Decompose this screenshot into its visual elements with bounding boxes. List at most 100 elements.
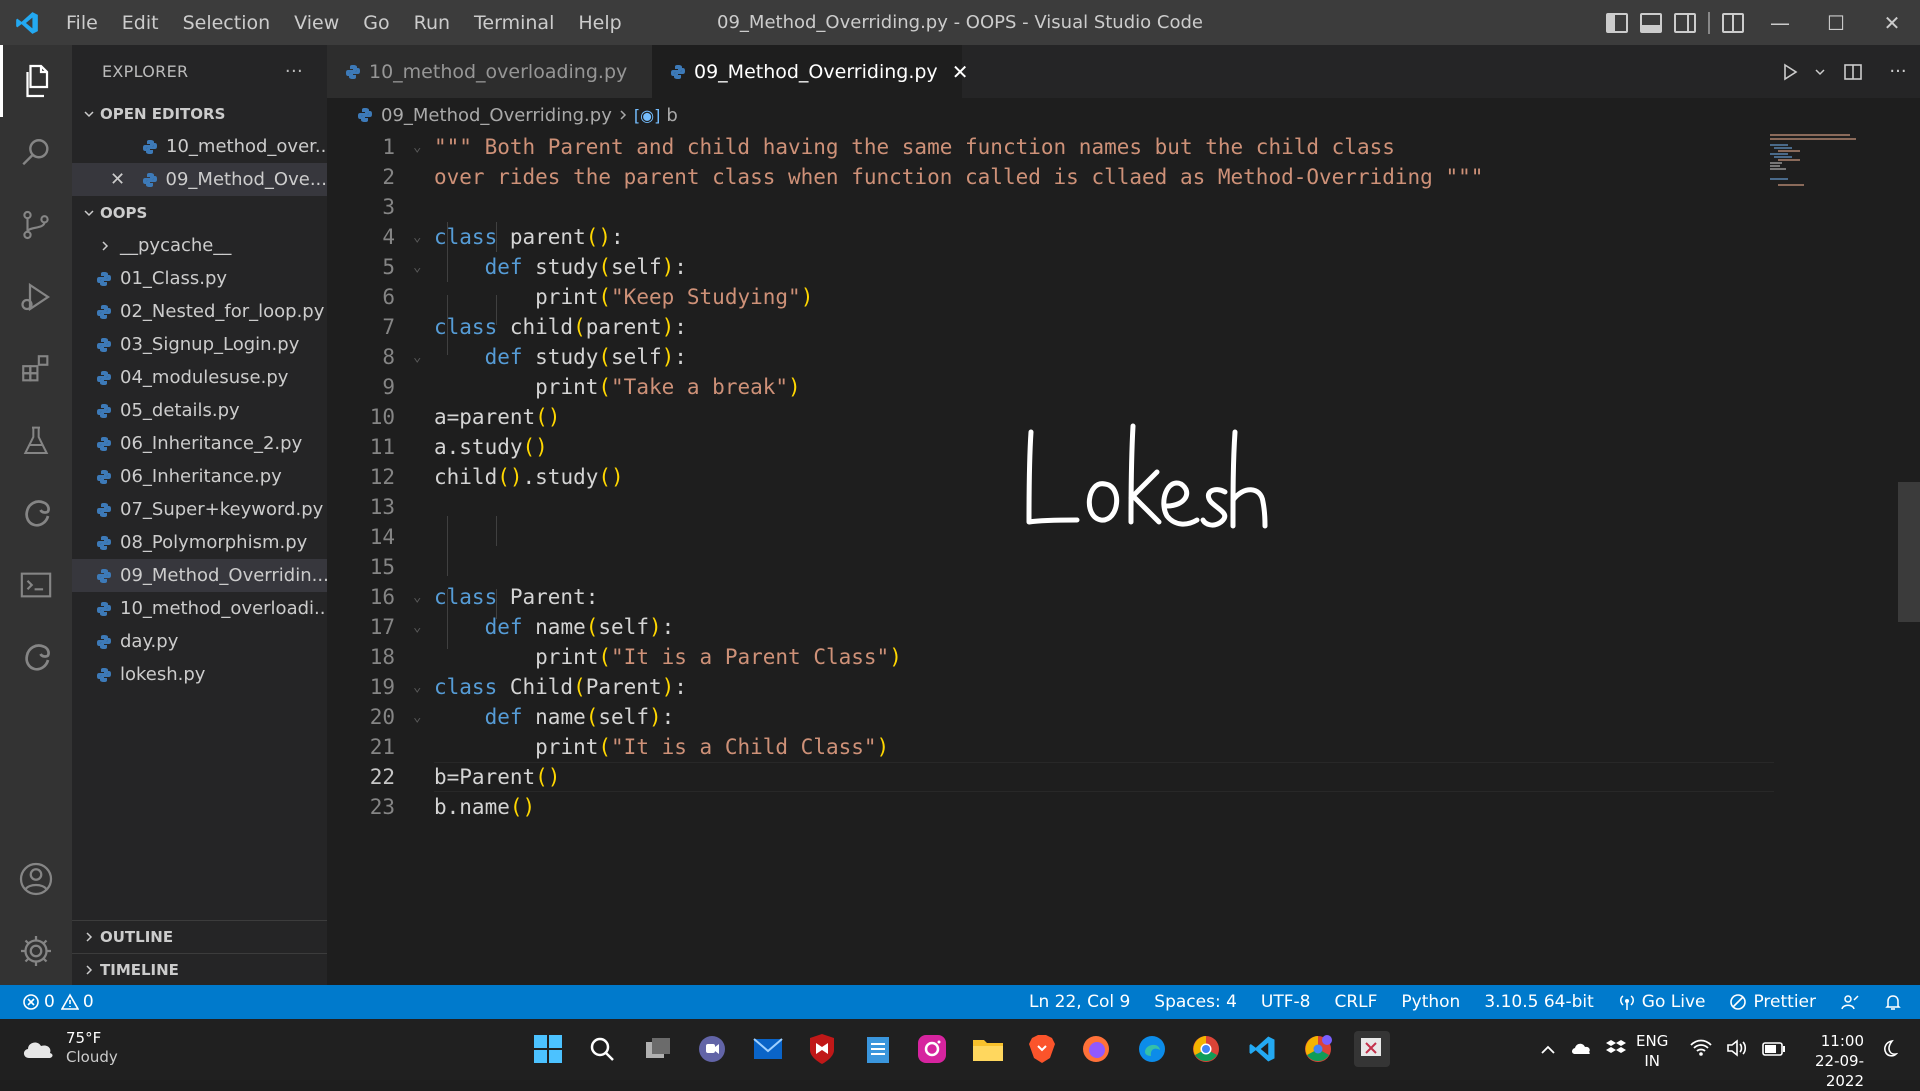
folder-section[interactable]: OOPS xyxy=(72,196,327,229)
file-explorer-icon[interactable] xyxy=(970,1031,1006,1067)
clock[interactable]: 11:00 22-09-2022 xyxy=(1782,1031,1864,1091)
instagram-icon[interactable] xyxy=(914,1031,950,1067)
split-editor-icon[interactable] xyxy=(1830,62,1876,82)
feedback-icon[interactable] xyxy=(1828,985,1872,1019)
fold-chevron-icon[interactable]: ⌄ xyxy=(413,252,421,282)
folder-item-pycache[interactable]: __pycache__ xyxy=(72,229,327,262)
edge-devtools-icon[interactable] xyxy=(0,477,72,549)
minimize-icon[interactable]: — xyxy=(1752,0,1808,45)
minimap[interactable] xyxy=(1768,132,1878,192)
source-control-icon[interactable] xyxy=(0,189,72,261)
menu-go[interactable]: Go xyxy=(351,0,401,45)
file-item[interactable]: 07_Super+keyword.py xyxy=(72,493,327,526)
fold-chevron-icon[interactable]: ⌄ xyxy=(413,342,421,372)
file-item[interactable]: 10_method_overloadi... xyxy=(72,592,327,625)
menu-selection[interactable]: Selection xyxy=(171,0,283,45)
search-icon[interactable] xyxy=(584,1031,620,1067)
more-actions-icon[interactable]: ··· xyxy=(285,61,303,82)
code-editor[interactable]: 1 ⌄ """ Both Parent and child having the s… xyxy=(327,132,1920,985)
edge-browser-icon[interactable] xyxy=(1134,1031,1170,1067)
notepad-icon[interactable] xyxy=(860,1031,896,1067)
prettier-button[interactable]: Prettier xyxy=(1717,985,1828,1019)
language-mode[interactable]: Python xyxy=(1389,985,1472,1019)
close-tab-icon[interactable]: ✕ xyxy=(952,60,969,84)
input-language[interactable]: ENG IN xyxy=(1636,1031,1668,1071)
fold-chevron-icon[interactable]: ⌄ xyxy=(413,672,421,702)
fold-chevron-icon[interactable]: ⌄ xyxy=(413,702,421,732)
menu-help[interactable]: Help xyxy=(566,0,633,45)
fold-chevron-icon[interactable]: ⌄ xyxy=(413,612,421,642)
breadcrumb-symbol[interactable]: b xyxy=(666,105,677,126)
breadcrumb-file[interactable]: 09_Method_Overriding.py xyxy=(381,105,612,126)
file-item[interactable]: 08_Polymorphism.py xyxy=(72,526,327,559)
close-icon[interactable]: ✕ xyxy=(110,169,142,190)
outline-section[interactable]: OUTLINE xyxy=(72,920,327,953)
cursor-position[interactable]: Ln 22, Col 9 xyxy=(1017,985,1142,1019)
explorer-icon[interactable] xyxy=(0,45,72,117)
chevron-down-icon[interactable] xyxy=(1810,66,1830,78)
menu-edit[interactable]: Edit xyxy=(110,0,171,45)
task-view-icon[interactable] xyxy=(640,1031,676,1067)
terminal-icon[interactable] xyxy=(0,549,72,621)
tab-10-method-overloading[interactable]: 10_method_overloading.py xyxy=(327,45,652,98)
menu-terminal[interactable]: Terminal xyxy=(462,0,566,45)
mail-icon[interactable] xyxy=(750,1031,786,1067)
file-item[interactable]: 05_details.py xyxy=(72,394,327,427)
vertical-scrollbar[interactable] xyxy=(1898,132,1920,985)
open-editor-item-active[interactable]: ✕ 09_Method_Ove... xyxy=(72,163,327,196)
manage-gear-icon[interactable] xyxy=(0,915,72,987)
file-item-active[interactable]: 09_Method_Overridin... xyxy=(72,559,327,592)
scroll-thumb[interactable] xyxy=(1898,482,1920,622)
run-file-icon[interactable] xyxy=(1770,62,1810,82)
file-item[interactable]: 06_Inheritance.py xyxy=(72,460,327,493)
menu-file[interactable]: File xyxy=(54,0,110,45)
open-editors-section[interactable]: OPEN EDITORS xyxy=(72,97,327,130)
notifications-bell-icon[interactable] xyxy=(1872,985,1920,1019)
accounts-icon[interactable] xyxy=(0,843,72,915)
open-editor-item[interactable]: 10_method_over... xyxy=(72,130,327,163)
snipping-tool-icon[interactable] xyxy=(1354,1031,1390,1067)
chrome-icon[interactable] xyxy=(1188,1031,1224,1067)
maximize-icon[interactable]: ☐ xyxy=(1808,0,1864,45)
teams-chat-icon[interactable] xyxy=(694,1031,730,1067)
file-item[interactable]: 03_Signup_Login.py xyxy=(72,328,327,361)
problems-indicator[interactable]: 0 0 xyxy=(0,985,106,1019)
file-item[interactable]: lokesh.py xyxy=(72,658,327,691)
toggle-panel-icon[interactable] xyxy=(1640,12,1662,33)
fold-chevron-icon[interactable]: ⌄ xyxy=(413,222,421,252)
vscode-logo-icon[interactable] xyxy=(0,0,54,45)
search-icon[interactable] xyxy=(0,117,72,189)
python-interpreter[interactable]: 3.10.5 64-bit xyxy=(1472,985,1605,1019)
indentation[interactable]: Spaces: 4 xyxy=(1142,985,1249,1019)
run-debug-icon[interactable] xyxy=(0,261,72,333)
quick-settings[interactable] xyxy=(1690,1039,1786,1061)
mcafee-icon[interactable] xyxy=(804,1031,840,1067)
onedrive-cloud-icon[interactable] xyxy=(1570,1040,1592,1060)
tab-09-method-overriding[interactable]: 09_Method_Overriding.py ✕ xyxy=(652,45,968,98)
focus-moon-icon[interactable] xyxy=(1878,1039,1899,1063)
brave-browser-icon[interactable] xyxy=(1024,1031,1060,1067)
vscode-taskbar-icon[interactable] xyxy=(1244,1031,1280,1067)
timeline-section[interactable]: TIMELINE xyxy=(72,953,327,986)
file-item[interactable]: 02_Nested_for_loop.py xyxy=(72,295,327,328)
file-item[interactable]: day.py xyxy=(72,625,327,658)
dropbox-icon[interactable] xyxy=(1606,1039,1626,1061)
file-item[interactable]: 06_Inheritance_2.py xyxy=(72,427,327,460)
firefox-icon[interactable] xyxy=(1078,1031,1114,1067)
go-live-button[interactable]: Go Live xyxy=(1606,985,1718,1019)
chevron-up-icon[interactable] xyxy=(1540,1041,1556,1060)
toggle-secondary-sidebar-icon[interactable] xyxy=(1674,12,1696,33)
encoding[interactable]: UTF-8 xyxy=(1249,985,1323,1019)
end-of-line[interactable]: CRLF xyxy=(1322,985,1389,1019)
file-item[interactable]: 01_Class.py xyxy=(72,262,327,295)
menu-view[interactable]: View xyxy=(282,0,351,45)
customize-layout-icon[interactable] xyxy=(1722,12,1744,33)
testing-icon[interactable] xyxy=(0,405,72,477)
weather-widget[interactable]: 75°F Cloudy xyxy=(20,1029,118,1067)
toggle-primary-sidebar-icon[interactable] xyxy=(1606,12,1628,33)
extensions-icon[interactable] xyxy=(0,333,72,405)
fold-chevron-icon[interactable]: ⌄ xyxy=(413,582,421,612)
more-actions-icon[interactable]: ··· xyxy=(1876,61,1920,82)
edge-icon[interactable] xyxy=(0,621,72,693)
windows-start-icon[interactable] xyxy=(530,1031,566,1067)
